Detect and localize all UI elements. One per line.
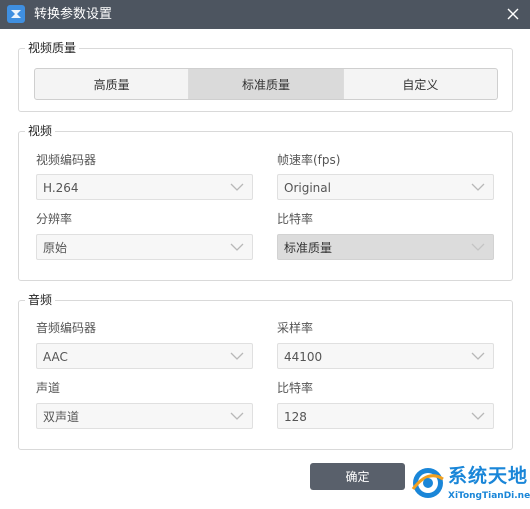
video-title: 视频 bbox=[25, 123, 56, 139]
conversion-settings-dialog: 转换参数设置 视频质量 高质量 标准质量 自定义 视频 视频编码器 H.264 … bbox=[0, 0, 530, 509]
resolution-label: 分辨率 bbox=[36, 212, 73, 226]
fps-value: Original bbox=[284, 181, 331, 195]
channel-value: 双声道 bbox=[43, 410, 80, 424]
audio-group: 音频 音频编码器 AAC 采样率 44100 声道 双声道 比特率 128 bbox=[18, 292, 513, 450]
video-quality-title: 视频质量 bbox=[25, 40, 80, 56]
window-title: 转换参数设置 bbox=[34, 7, 113, 22]
video-encoder-value: H.264 bbox=[43, 181, 79, 195]
app-logo-icon bbox=[7, 5, 25, 23]
samplerate-value: 44100 bbox=[284, 350, 323, 364]
audio-bitrate-value: 128 bbox=[284, 410, 307, 424]
channel-select[interactable]: 双声道 bbox=[36, 403, 253, 429]
video-bitrate-select[interactable]: 标准质量 bbox=[277, 234, 494, 260]
video-encoder-select[interactable]: H.264 bbox=[36, 174, 253, 200]
quality-segmented-control: 高质量 标准质量 自定义 bbox=[34, 68, 498, 100]
close-button[interactable] bbox=[500, 2, 526, 26]
watermark-globe-icon bbox=[411, 468, 444, 498]
chevron-down-icon bbox=[230, 243, 244, 251]
video-bitrate-value: 标准质量 bbox=[284, 241, 333, 255]
quality-option-high[interactable]: 高质量 bbox=[35, 69, 190, 99]
fps-select[interactable]: Original bbox=[277, 174, 494, 200]
chevron-down-icon bbox=[230, 183, 244, 191]
quality-option-standard[interactable]: 标准质量 bbox=[189, 69, 344, 99]
samplerate-label: 采样率 bbox=[277, 321, 314, 335]
resolution-value: 原始 bbox=[43, 241, 68, 255]
chevron-down-icon bbox=[471, 412, 485, 420]
ok-button[interactable]: 确定 bbox=[310, 463, 405, 490]
audio-bitrate-select[interactable]: 128 bbox=[277, 403, 494, 429]
channel-label: 声道 bbox=[36, 381, 61, 395]
chevron-down-icon bbox=[230, 412, 244, 420]
watermark: 系统天地 XiTongTianDi.net bbox=[408, 462, 530, 509]
watermark-subtext: XiTongTianDi.net bbox=[448, 491, 530, 501]
audio-encoder-label: 音频编码器 bbox=[36, 321, 97, 335]
chevron-down-icon bbox=[471, 183, 485, 191]
video-encoder-label: 视频编码器 bbox=[36, 153, 97, 167]
audio-title: 音频 bbox=[25, 292, 56, 308]
title-bar: 转换参数设置 bbox=[0, 0, 530, 29]
audio-encoder-value: AAC bbox=[43, 350, 68, 364]
chevron-down-icon bbox=[230, 352, 244, 360]
samplerate-select[interactable]: 44100 bbox=[277, 343, 494, 369]
watermark-text: 系统天地 bbox=[448, 465, 529, 487]
chevron-down-icon bbox=[471, 352, 485, 360]
quality-option-custom[interactable]: 自定义 bbox=[344, 69, 497, 99]
video-group: 视频 视频编码器 H.264 帧速率(fps) Original 分辨率 原始 … bbox=[18, 123, 513, 281]
close-icon bbox=[507, 8, 519, 20]
video-bitrate-label: 比特率 bbox=[277, 212, 314, 226]
resolution-select[interactable]: 原始 bbox=[36, 234, 253, 260]
audio-encoder-select[interactable]: AAC bbox=[36, 343, 253, 369]
audio-bitrate-label: 比特率 bbox=[277, 381, 314, 395]
fps-label: 帧速率(fps) bbox=[277, 153, 341, 167]
chevron-down-icon bbox=[471, 243, 485, 251]
video-quality-group: 视频质量 高质量 标准质量 自定义 bbox=[18, 40, 513, 112]
